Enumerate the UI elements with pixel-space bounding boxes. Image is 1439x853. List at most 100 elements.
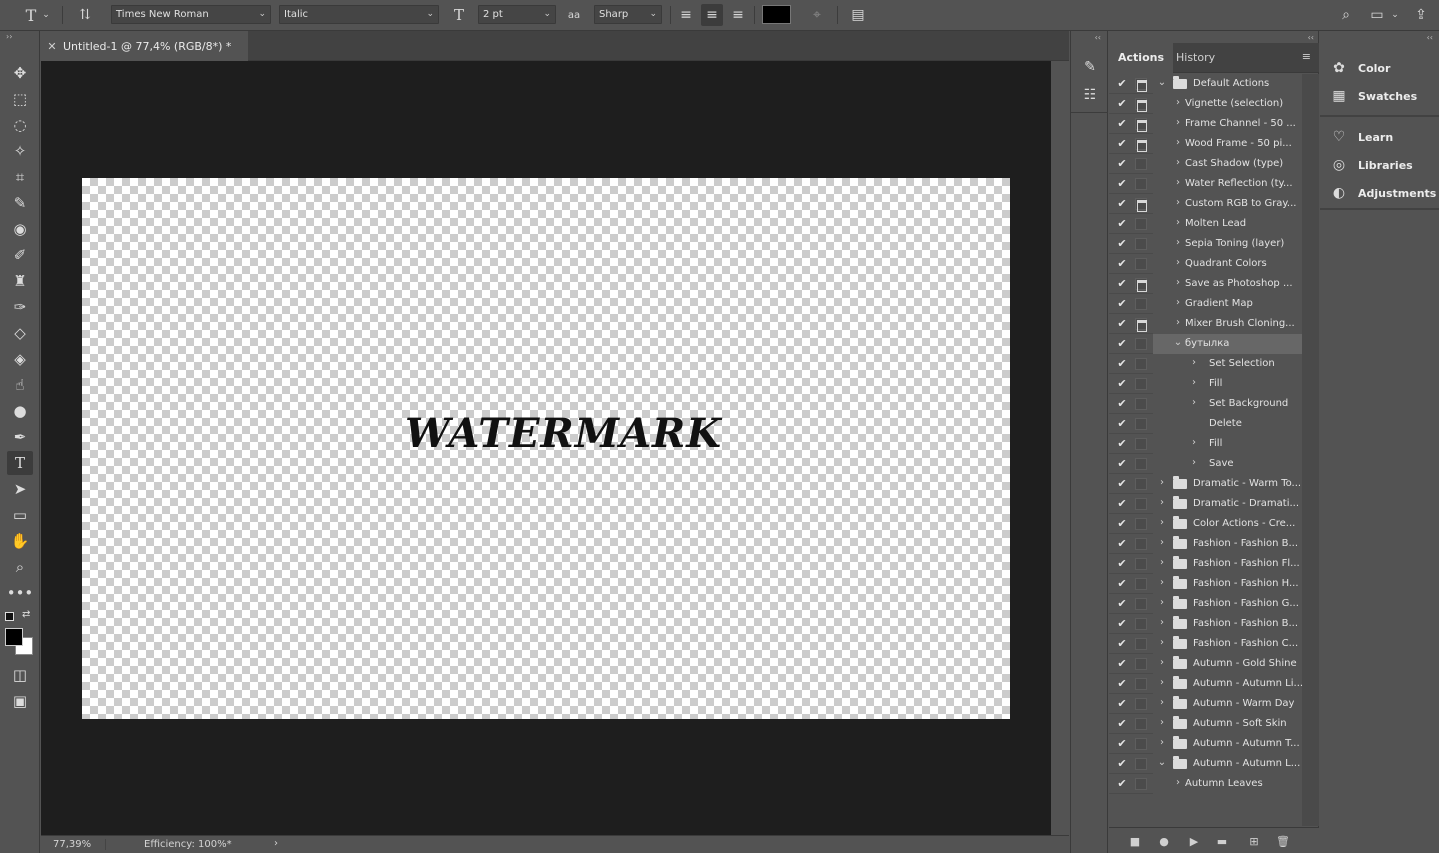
toggle-dialog-icon[interactable] [1135,638,1147,650]
toggle-item-check-icon[interactable]: ✔ [1116,197,1128,210]
eraser-tool-icon[interactable]: ◇ [7,321,33,345]
action-step-row[interactable]: ✔ › Set Selection [1109,354,1302,374]
action-row[interactable]: ✔ › Frame Channel - 50 ... [1109,114,1302,134]
toggle-dialog-icon[interactable] [1135,358,1147,370]
action-row[interactable]: ✔ › Molten Lead [1109,214,1302,234]
toggle-dialog-icon[interactable] [1135,498,1147,510]
action-step-row[interactable]: ✔ › Set Background [1109,394,1302,414]
toggle-dialog-icon[interactable] [1135,698,1147,710]
chevron-right-icon[interactable]: › [1189,397,1199,408]
action-set-row[interactable]: ✔ › Autumn - Autumn T... [1109,734,1302,754]
collapse-icon[interactable]: ‹‹ [1308,33,1314,42]
action-item-cell[interactable]: › Autumn - Autumn T... [1153,734,1302,754]
action-set-row[interactable]: ✔ › Autumn - Gold Shine [1109,654,1302,674]
chevron-right-icon[interactable]: › [1157,677,1167,688]
action-set-row[interactable]: ✔ › Autumn - Autumn Li... [1109,674,1302,694]
align-left-icon[interactable]: ≡ [675,4,697,26]
action-item-cell[interactable]: › Frame Channel - 50 ... [1153,114,1302,134]
toggle-dialog-icon[interactable] [1135,118,1147,132]
text-color-swatch[interactable] [762,5,791,24]
stamp-tool-icon[interactable]: ♜ [7,269,33,293]
toggle-item-check-icon[interactable]: ✔ [1116,317,1128,330]
screen-mode-icon[interactable]: ▣ [7,689,33,713]
action-item-cell[interactable]: › Fill [1153,374,1302,394]
type-tool-icon[interactable]: T [20,4,42,26]
action-item-cell[interactable]: › Vignette (selection) [1153,94,1302,114]
chevron-right-icon[interactable]: › [1173,277,1183,288]
font-family-select[interactable]: Times New Roman ⌄ [111,5,271,24]
chevron-right-icon[interactable]: › [1173,317,1183,328]
action-set-row[interactable]: ✔ › Color Actions - Cre... [1109,514,1302,534]
toggle-dialog-icon[interactable] [1135,738,1147,750]
action-item-cell[interactable]: › Autumn - Gold Shine [1153,654,1302,674]
learn-panel-button[interactable]: ♡ Learn [1330,126,1393,148]
action-row[interactable]: ✔ › Vignette (selection) [1109,94,1302,114]
chevron-right-icon[interactable]: › [1157,717,1167,728]
toggle-item-check-icon[interactable]: ✔ [1116,177,1128,190]
vertical-scrollbar[interactable] [1051,61,1069,835]
zoom-level[interactable]: 77,39% [41,839,105,850]
toggle-dialog-icon[interactable] [1135,318,1147,332]
chevron-right-icon[interactable]: › [1173,777,1183,788]
chevron-right-icon[interactable]: › [1157,597,1167,608]
action-item-cell[interactable]: › Molten Lead [1153,214,1302,234]
toggle-dialog-icon[interactable] [1135,238,1147,250]
action-item-cell[interactable]: › Quadrant Colors [1153,254,1302,274]
zoom-tool-icon[interactable]: ⌕ [7,555,33,579]
warp-text-icon[interactable]: ⌖ [806,4,828,26]
tab-actions[interactable]: Actions [1109,43,1173,73]
toggle-dialog-icon[interactable] [1135,658,1147,670]
canvas-area[interactable]: WATERMARK [41,61,1051,835]
action-step-row[interactable]: ✔ › Fill [1109,434,1302,454]
toggle-item-check-icon[interactable]: ✔ [1116,77,1128,90]
collapse-toolbar-icon[interactable]: ›› [6,32,12,41]
chevron-right-icon[interactable]: › [1157,617,1167,628]
stop-icon[interactable]: ■ [1127,833,1143,849]
action-item-cell[interactable]: › Sepia Toning (layer) [1153,234,1302,254]
toggle-dialog-icon[interactable] [1135,178,1147,190]
toggle-dialog-icon[interactable] [1135,158,1147,170]
action-item-cell[interactable]: › Dramatic - Warm To... [1153,474,1302,494]
toggle-item-check-icon[interactable]: ✔ [1116,237,1128,250]
action-row[interactable]: ✔ › Water Reflection (ty... [1109,174,1302,194]
history-brush-tool-icon[interactable]: ✑ [7,295,33,319]
action-row[interactable]: ✔ › Custom RGB to Gray... [1109,194,1302,214]
action-item-cell[interactable]: › Autumn - Soft Skin [1153,714,1302,734]
toggle-dialog-icon[interactable] [1135,678,1147,690]
toggle-dialog-icon[interactable] [1135,398,1147,410]
record-icon[interactable]: ● [1156,833,1172,849]
document-tab[interactable]: ✕ Untitled-1 @ 77,4% (RGB/8*) * [41,31,248,61]
toggle-item-check-icon[interactable]: ✔ [1116,777,1128,790]
action-item-cell[interactable]: › Autumn - Autumn Li... [1153,674,1302,694]
toggle-dialog-icon[interactable] [1135,558,1147,570]
toggle-item-check-icon[interactable]: ✔ [1116,357,1128,370]
toggle-item-check-icon[interactable]: ✔ [1116,97,1128,110]
chevron-right-icon[interactable]: › [1173,257,1183,268]
brush-tool-icon[interactable]: ✐ [7,243,33,267]
brush-settings-icon[interactable]: ✎ [1078,55,1102,79]
paint-bucket-tool-icon[interactable]: ◈ [7,347,33,371]
chevron-right-icon[interactable]: › [1173,157,1183,168]
healing-tool-icon[interactable]: ◉ [7,217,33,241]
toggle-item-check-icon[interactable]: ✔ [1116,757,1128,770]
toggle-item-check-icon[interactable]: ✔ [1116,137,1128,150]
toggle-item-check-icon[interactable]: ✔ [1116,477,1128,490]
chevron-right-icon[interactable]: › [1157,737,1167,748]
tool-preset-chevron-icon[interactable]: ⌄ [40,4,52,26]
toggle-item-check-icon[interactable]: ✔ [1116,697,1128,710]
toggle-dialog-icon[interactable] [1135,338,1147,350]
toggle-dialog-icon[interactable] [1135,578,1147,590]
chevron-right-icon[interactable]: › [1189,357,1199,368]
swatches-panel-button[interactable]: ▦ Swatches [1330,85,1417,107]
toggle-item-check-icon[interactable]: ✔ [1116,617,1128,630]
libraries-panel-button[interactable]: ◎ Libraries [1330,154,1413,176]
path-selection-tool-icon[interactable]: ➤ [7,477,33,501]
toggle-item-check-icon[interactable]: ✔ [1116,397,1128,410]
action-set-row[interactable]: ✔ › Dramatic - Warm To... [1109,474,1302,494]
action-item-cell[interactable]: › Fashion - Fashion B... [1153,614,1302,634]
action-item-cell[interactable]: › Autumn - Warm Day [1153,694,1302,714]
toggle-item-check-icon[interactable]: ✔ [1116,657,1128,670]
toggle-item-check-icon[interactable]: ✔ [1116,557,1128,570]
chevron-right-icon[interactable]: › [1173,177,1183,188]
rectangle-tool-icon[interactable]: ▭ [7,503,33,527]
